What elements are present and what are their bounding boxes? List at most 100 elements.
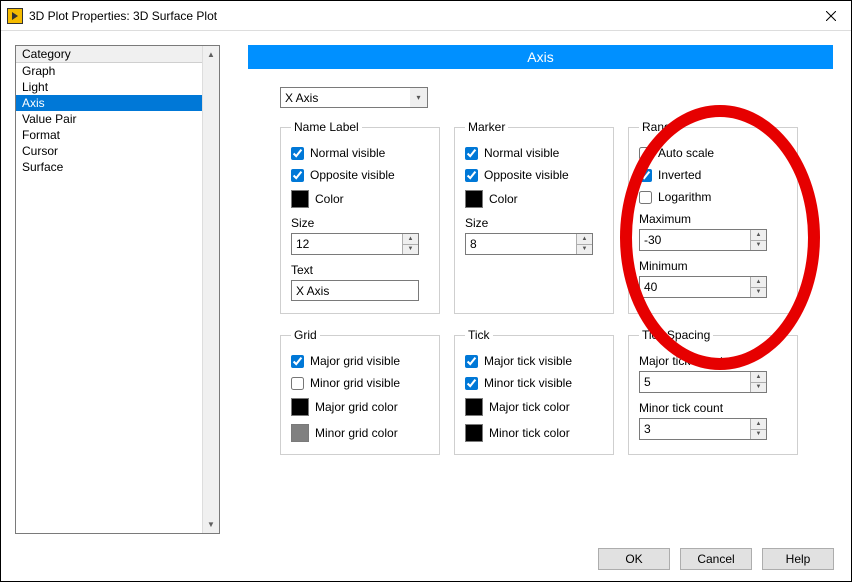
spinner-range-maximum[interactable]: ▲▼ — [639, 229, 767, 251]
checkbox-name-opposite-visible[interactable] — [291, 169, 304, 182]
label-grid-major-visible: Major grid visible — [310, 354, 400, 368]
label-tick-minor-color: Minor tick color — [489, 426, 570, 440]
input-range-minimum[interactable] — [640, 277, 750, 297]
label-name-normal-visible: Normal visible — [310, 146, 385, 160]
color-swatch-grid-major[interactable] — [291, 398, 309, 416]
input-range-maximum[interactable] — [640, 230, 750, 250]
axis-select[interactable] — [280, 87, 410, 108]
window-title: 3D Plot Properties: 3D Surface Plot — [29, 9, 811, 23]
label-range-minimum: Minimum — [639, 259, 787, 273]
ok-button[interactable]: OK — [598, 548, 670, 570]
spin-down-icon[interactable]: ▼ — [577, 245, 592, 255]
list-item-graph[interactable]: Graph — [16, 63, 219, 79]
main-panel: Axis ▾ Name Label Normal visible Opposit… — [248, 45, 833, 529]
checkbox-range-auto-scale[interactable] — [639, 147, 652, 160]
label-range-logarithm: Logarithm — [658, 190, 711, 204]
legend-marker: Marker — [465, 120, 508, 134]
label-marker-normal-visible: Normal visible — [484, 146, 559, 160]
scroll-up-icon[interactable]: ▲ — [203, 46, 219, 63]
color-swatch-grid-minor[interactable] — [291, 424, 309, 442]
app-icon — [7, 8, 23, 24]
legend-tick-spacing: Tick Spacing — [639, 328, 713, 342]
spinner-minor-tick-count[interactable]: ▲▼ — [639, 418, 767, 440]
spin-up-icon[interactable]: ▲ — [403, 234, 418, 245]
spin-down-icon[interactable]: ▼ — [403, 245, 418, 255]
group-range: Range Auto scale Inverted Logarithm Maxi… — [628, 120, 798, 314]
color-swatch-tick-minor[interactable] — [465, 424, 483, 442]
spin-up-icon[interactable]: ▲ — [751, 230, 766, 241]
group-tick-spacing: Tick Spacing Major tick count ▲▼ Minor t… — [628, 328, 798, 455]
spinner-major-tick-count[interactable]: ▲▼ — [639, 371, 767, 393]
label-grid-major-color: Major grid color — [315, 400, 398, 414]
input-name-text[interactable] — [291, 280, 419, 301]
list-header: Category — [16, 46, 219, 63]
legend-name-label: Name Label — [291, 120, 362, 134]
label-name-size: Size — [291, 216, 429, 230]
spin-down-icon[interactable]: ▼ — [751, 288, 766, 298]
label-marker-color: Color — [489, 192, 518, 206]
spin-down-icon[interactable]: ▼ — [751, 430, 766, 440]
label-name-color: Color — [315, 192, 344, 206]
list-item-axis[interactable]: Axis — [16, 95, 219, 111]
list-item-light[interactable]: Light — [16, 79, 219, 95]
list-item-format[interactable]: Format — [16, 127, 219, 143]
label-grid-minor-visible: Minor grid visible — [310, 376, 400, 390]
input-marker-size[interactable] — [466, 234, 576, 254]
legend-range: Range — [639, 120, 680, 134]
legend-tick: Tick — [465, 328, 493, 342]
checkbox-tick-major-visible[interactable] — [465, 355, 478, 368]
color-swatch-marker[interactable] — [465, 190, 483, 208]
cancel-button[interactable]: Cancel — [680, 548, 752, 570]
spin-down-icon[interactable]: ▼ — [751, 241, 766, 251]
chevron-down-icon[interactable]: ▾ — [410, 87, 428, 108]
checkbox-marker-normal-visible[interactable] — [465, 147, 478, 160]
group-name-label: Name Label Normal visible Opposite visib… — [280, 120, 440, 314]
group-grid: Grid Major grid visible Minor grid visib… — [280, 328, 440, 455]
checkbox-range-logarithm[interactable] — [639, 191, 652, 204]
titlebar: 3D Plot Properties: 3D Surface Plot — [1, 1, 851, 31]
dialog-buttons: OK Cancel Help — [598, 548, 834, 570]
list-item-surface[interactable]: Surface — [16, 159, 219, 175]
spin-up-icon[interactable]: ▲ — [577, 234, 592, 245]
spin-down-icon[interactable]: ▼ — [751, 383, 766, 393]
list-item-value-pair[interactable]: Value Pair — [16, 111, 219, 127]
list-item-cursor[interactable]: Cursor — [16, 143, 219, 159]
label-range-maximum: Maximum — [639, 212, 787, 226]
scrollbar[interactable]: ▲ ▼ — [202, 46, 219, 533]
label-marker-opposite-visible: Opposite visible — [484, 168, 569, 182]
color-swatch-tick-major[interactable] — [465, 398, 483, 416]
spinner-name-size[interactable]: ▲▼ — [291, 233, 419, 255]
help-button[interactable]: Help — [762, 548, 834, 570]
sidebar: Category Graph Light Axis Value Pair For… — [15, 45, 220, 529]
spin-up-icon[interactable]: ▲ — [751, 277, 766, 288]
label-tick-major-visible: Major tick visible — [484, 354, 572, 368]
checkbox-grid-major-visible[interactable] — [291, 355, 304, 368]
scroll-track[interactable] — [203, 63, 219, 516]
label-marker-size: Size — [465, 216, 603, 230]
checkbox-range-inverted[interactable] — [639, 169, 652, 182]
color-swatch-name[interactable] — [291, 190, 309, 208]
label-range-inverted: Inverted — [658, 168, 701, 182]
label-name-opposite-visible: Opposite visible — [310, 168, 395, 182]
label-minor-tick-count: Minor tick count — [639, 401, 787, 415]
input-minor-tick-count[interactable] — [640, 419, 750, 439]
category-listbox[interactable]: Category Graph Light Axis Value Pair For… — [15, 45, 220, 534]
checkbox-tick-minor-visible[interactable] — [465, 377, 478, 390]
spin-up-icon[interactable]: ▲ — [751, 419, 766, 430]
spin-up-icon[interactable]: ▲ — [751, 372, 766, 383]
group-marker: Marker Normal visible Opposite visible C… — [454, 120, 614, 314]
close-button[interactable] — [811, 1, 851, 31]
label-range-auto-scale: Auto scale — [658, 146, 714, 160]
checkbox-marker-opposite-visible[interactable] — [465, 169, 478, 182]
checkbox-name-normal-visible[interactable] — [291, 147, 304, 160]
input-major-tick-count[interactable] — [640, 372, 750, 392]
legend-grid: Grid — [291, 328, 320, 342]
spinner-marker-size[interactable]: ▲▼ — [465, 233, 593, 255]
group-tick: Tick Major tick visible Minor tick visib… — [454, 328, 614, 455]
checkbox-grid-minor-visible[interactable] — [291, 377, 304, 390]
scroll-down-icon[interactable]: ▼ — [203, 516, 219, 533]
label-tick-minor-visible: Minor tick visible — [484, 376, 572, 390]
spinner-range-minimum[interactable]: ▲▼ — [639, 276, 767, 298]
label-grid-minor-color: Minor grid color — [315, 426, 398, 440]
input-name-size[interactable] — [292, 234, 402, 254]
